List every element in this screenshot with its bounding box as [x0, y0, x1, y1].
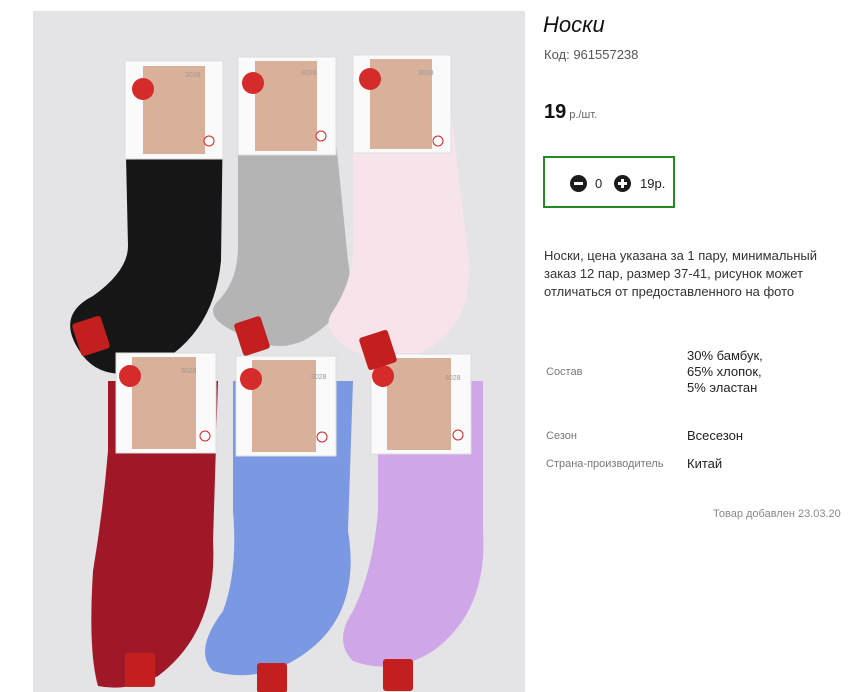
svg-text:3028: 3028	[311, 374, 327, 381]
product-price: 19 р./шт.	[544, 101, 597, 124]
product-code: Код: 961557238	[544, 47, 639, 62]
plus-icon-vertical	[621, 179, 624, 188]
label-black: 3028	[124, 60, 224, 160]
tag-blue	[257, 663, 287, 692]
property-value: Китай	[687, 456, 723, 471]
price-value: 19	[544, 101, 567, 123]
label-lilac: 3028	[370, 353, 472, 455]
svg-text:3028: 3028	[185, 72, 201, 79]
product-title: Носки	[543, 12, 605, 37]
socks-image: 3028 3028 3028 3028 3028 3028	[70, 54, 484, 692]
tag-red	[125, 653, 155, 687]
svg-text:3028: 3028	[418, 70, 434, 77]
property-row: Сезон Всесезон	[543, 422, 777, 450]
label-pink: 3028	[352, 54, 452, 154]
property-label: Состав	[546, 366, 583, 378]
label-grey: 3028	[237, 56, 337, 156]
tag-lilac	[383, 659, 413, 691]
property-row: Страна-производитель Китай	[543, 450, 777, 478]
minus-icon	[574, 182, 583, 185]
product-properties: Состав 30% бамбук, 65% хлопок, 5% эласта…	[543, 322, 777, 478]
property-value: Всесезон	[687, 428, 744, 443]
decrease-quantity-button[interactable]	[570, 175, 587, 192]
increase-quantity-button[interactable]	[614, 175, 631, 192]
property-label: Сезон	[546, 430, 577, 442]
property-label: Страна-производитель	[546, 458, 664, 470]
price-unit: р./шт.	[569, 109, 598, 121]
label-blue: 3028	[235, 355, 337, 457]
property-value: 30% бамбук, 65% хлопок, 5% эластан	[687, 348, 763, 395]
svg-text:3028: 3028	[181, 368, 197, 375]
product-description: Носки, цена указана за 1 пару, минимальн…	[544, 248, 817, 299]
product-photo[interactable]: 3028 3028 3028 3028 3028 3028	[33, 11, 525, 692]
added-date: Товар добавлен 23.03.20	[713, 508, 841, 520]
property-row: Состав 30% бамбук, 65% хлопок, 5% эласта…	[543, 322, 777, 422]
quantity-selector: 0 19р.	[543, 156, 675, 208]
svg-text:3028: 3028	[301, 70, 317, 77]
product-info: Носки Код: 961557238 19 р./шт. 0 19р. Нос…	[543, 0, 856, 692]
svg-text:3028: 3028	[445, 375, 461, 382]
quantity-sum: 19р.	[640, 176, 666, 191]
quantity-value: 0	[595, 176, 603, 191]
label-red: 3028	[115, 352, 217, 454]
